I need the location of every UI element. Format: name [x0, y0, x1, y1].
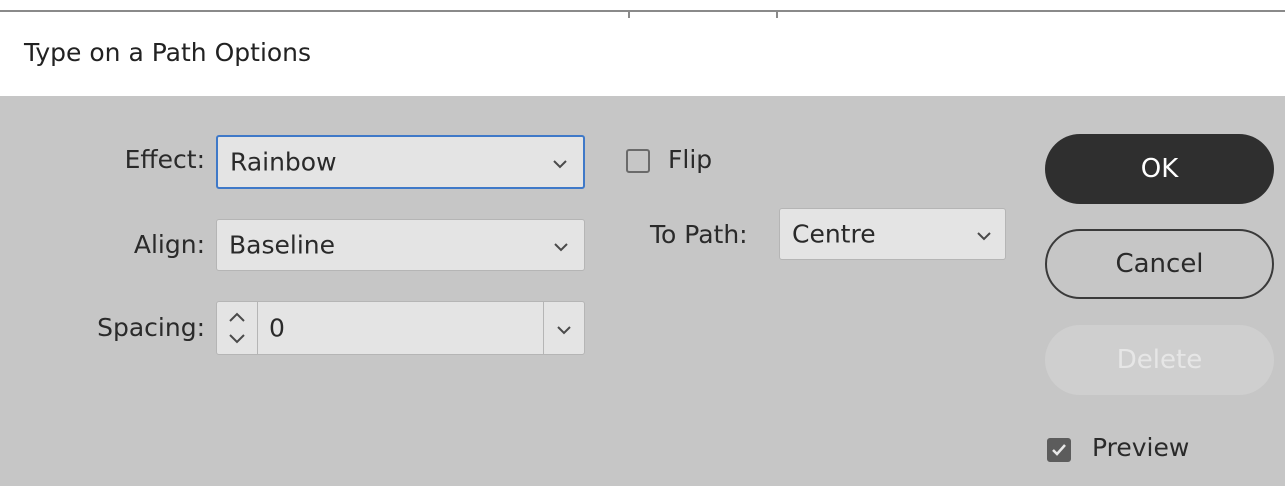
- effect-dropdown-value: Rainbow: [230, 147, 337, 177]
- chevron-down-icon: [977, 232, 991, 241]
- top-divider-tick: [776, 10, 778, 18]
- to-path-dropdown-value: Centre: [792, 219, 876, 249]
- flip-checkbox[interactable]: [626, 149, 650, 173]
- checkmark-icon: [1052, 444, 1066, 456]
- preview-checkbox[interactable]: [1047, 438, 1071, 462]
- effect-dropdown[interactable]: Rainbow: [216, 135, 585, 189]
- chevron-down-icon: [553, 160, 567, 169]
- delete-button[interactable]: Delete: [1045, 325, 1274, 395]
- spacing-label: Spacing:: [97, 313, 205, 342]
- align-label: Align:: [133, 230, 205, 259]
- preview-label: Preview: [1092, 433, 1190, 462]
- to-path-dropdown[interactable]: Centre: [779, 208, 1006, 260]
- flip-label: Flip: [668, 145, 713, 174]
- chevron-down-icon: [554, 243, 568, 252]
- ok-button[interactable]: OK: [1045, 134, 1274, 204]
- align-dropdown-value: Baseline: [229, 230, 335, 260]
- to-path-label: To Path:: [650, 220, 748, 249]
- top-divider-tick: [628, 10, 630, 18]
- spacing-dropdown-button[interactable]: [543, 302, 584, 354]
- effect-label: Effect:: [124, 145, 205, 174]
- chevron-down-icon: [557, 326, 571, 335]
- top-divider: [0, 10, 1285, 12]
- spinner-arrows[interactable]: [217, 302, 258, 354]
- spacing-stepper[interactable]: 0: [216, 301, 585, 355]
- spacing-value[interactable]: 0: [269, 314, 285, 343]
- up-down-arrows-icon: [229, 312, 245, 344]
- align-dropdown[interactable]: Baseline: [216, 219, 585, 271]
- cancel-button[interactable]: Cancel: [1045, 229, 1274, 299]
- dialog-title: Type on a Path Options: [24, 38, 312, 67]
